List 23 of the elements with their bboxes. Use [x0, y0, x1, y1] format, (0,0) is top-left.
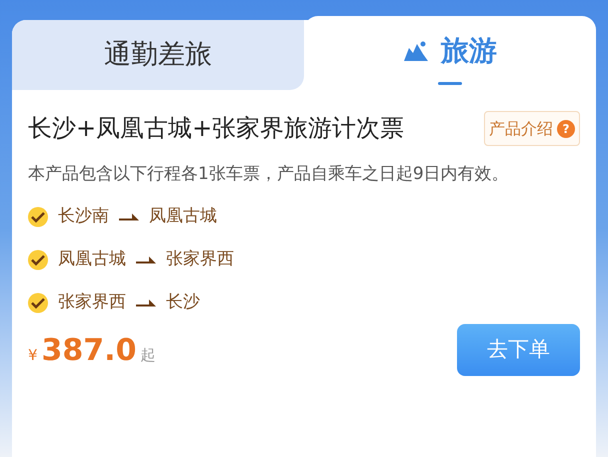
arrow-icon: [136, 256, 156, 264]
station-name: 长沙: [166, 291, 200, 314]
currency-symbol: ¥: [28, 344, 38, 366]
station-name: 长沙南: [58, 205, 109, 228]
station-name: 张家界西: [58, 291, 126, 314]
station-name: 凤凰古城: [58, 248, 126, 272]
station-name: 凤凰古城: [149, 205, 217, 228]
check-icon: [28, 207, 48, 227]
arrow-icon: [136, 299, 156, 307]
product-title: 长沙+凤凰古城+张家界旅游计次票: [28, 113, 404, 144]
help-icon: ?: [557, 120, 575, 138]
tab[interactable]: 通勤差旅: [12, 20, 304, 90]
product-intro-button[interactable]: 产品介绍 ?: [484, 111, 580, 146]
arrow-icon: [119, 213, 139, 221]
order-button[interactable]: 去下单: [457, 324, 580, 376]
check-icon: [28, 250, 48, 270]
price: 387.0: [42, 332, 136, 370]
check-icon: [28, 293, 48, 313]
price-suffix: 起: [140, 344, 156, 366]
station-name: 张家界西: [166, 248, 234, 272]
product-description: 本产品包含以下行程各1张车票，产品自乘车之日起9日内有效。: [28, 163, 510, 186]
tab-indicator: [438, 82, 462, 84]
mountain-icon: [403, 40, 429, 62]
